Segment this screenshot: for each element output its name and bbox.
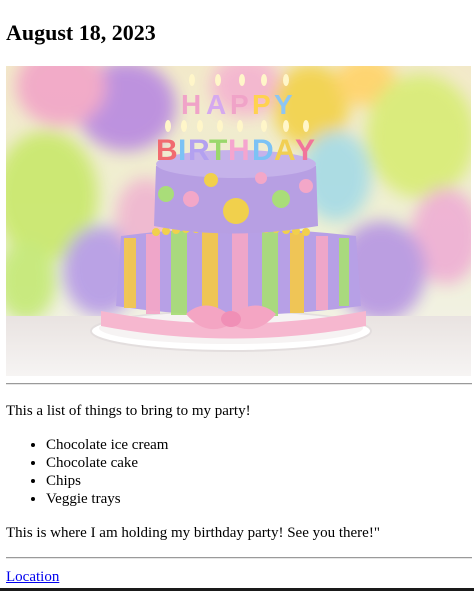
svg-text:P: P	[230, 89, 249, 120]
birthday-cake-image: H A P P Y B I R T H D A Y	[6, 66, 471, 376]
svg-text:R: R	[188, 134, 210, 167]
svg-text:B: B	[156, 134, 178, 167]
svg-text:Y: Y	[274, 89, 293, 120]
svg-text:H: H	[181, 89, 201, 120]
svg-text:H: H	[228, 134, 250, 167]
list-item: Chocolate ice cream	[46, 436, 168, 454]
location-link[interactable]: Location	[6, 568, 59, 586]
list-item: Veggie trays	[46, 490, 168, 508]
birthday-page: August 18, 2023 H A P P Y B I R T H D A …	[0, 0, 474, 591]
date-heading: August 18, 2023	[6, 20, 156, 45]
divider-top	[6, 383, 472, 385]
svg-text:D: D	[252, 134, 274, 167]
svg-text:Y: Y	[295, 134, 315, 167]
list-item: Chips	[46, 472, 168, 490]
svg-text:P: P	[252, 89, 271, 120]
party-items-list: Chocolate ice cream Chocolate cake Chips…	[6, 436, 168, 508]
svg-text:A: A	[206, 89, 226, 120]
party-location-text: This is where I am holding my birthday p…	[6, 525, 380, 541]
svg-text:T: T	[209, 134, 227, 167]
party-intro-text: This a list of things to bring to my par…	[6, 403, 251, 419]
divider-bottom	[6, 557, 472, 559]
list-item: Chocolate cake	[46, 454, 168, 472]
svg-text:A: A	[274, 134, 296, 167]
svg-text:I: I	[178, 134, 186, 167]
